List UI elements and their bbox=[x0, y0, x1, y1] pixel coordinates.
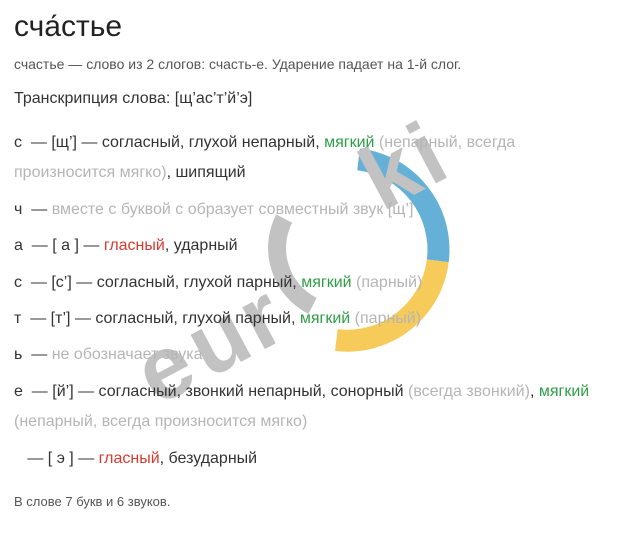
row-text-part: (парный) bbox=[352, 274, 423, 291]
phonetic-rows: с — [щ’] — согласный, глухой непарный, м… bbox=[14, 128, 619, 474]
row-text-part: мягкий bbox=[324, 134, 374, 151]
phonetic-row: ь — не обозначает звука bbox=[14, 340, 619, 370]
row-sound: [щ’] bbox=[51, 134, 77, 151]
summary-line: В слове 7 букв и 6 звуков. bbox=[14, 494, 619, 509]
phonetic-row: т — [т’] — согласный, глухой парный, мяг… bbox=[14, 304, 619, 334]
dash-separator: — bbox=[31, 201, 51, 218]
word-title: сча́стье bbox=[14, 10, 619, 44]
dash-separator: — bbox=[31, 274, 51, 291]
row-text-part: — согласный, глухой непарный, bbox=[77, 134, 324, 151]
row-text-part: мягкий bbox=[539, 383, 589, 400]
row-sound: [ а ] bbox=[52, 237, 79, 254]
row-text-part: — bbox=[79, 237, 104, 254]
row-text-part: , ударный bbox=[165, 237, 238, 254]
transcription-line: Транскрипция слова: [щ’ас’т’й’э] bbox=[14, 90, 619, 108]
row-text-part: , bbox=[530, 383, 539, 400]
row-text-part: , шипящий bbox=[167, 164, 246, 181]
row-letter: с bbox=[14, 274, 22, 291]
dash-separator: — bbox=[31, 346, 51, 363]
row-text-part: гласный bbox=[104, 237, 165, 254]
row-sound: [с’] bbox=[51, 274, 71, 291]
phonetic-row: а — [ а ] — гласный, ударный bbox=[14, 231, 619, 261]
dash-separator: — bbox=[27, 450, 47, 467]
dash-separator: — bbox=[30, 310, 50, 327]
row-sound: [т’] bbox=[51, 310, 71, 327]
dash-separator: — bbox=[31, 134, 51, 151]
transcription-label: Транскрипция слова: bbox=[14, 90, 175, 107]
phonetic-row: с — [щ’] — согласный, глухой непарный, м… bbox=[14, 128, 619, 189]
row-text-part: (парный) bbox=[350, 310, 421, 327]
transcription-value: [щ’ас’т’й’э] bbox=[175, 90, 253, 107]
row-text-part: гласный bbox=[99, 450, 160, 467]
row-text-part: (непарный, всегда произносится мягко) bbox=[14, 413, 307, 430]
dash-separator: — bbox=[32, 237, 52, 254]
row-text-part: — согласный, звонкий непарный, сонорный bbox=[74, 383, 408, 400]
row-text-part: — согласный, глухой парный, bbox=[70, 310, 299, 327]
row-text-part: (всегда звонкий) bbox=[408, 383, 530, 400]
row-text-part: мягкий bbox=[300, 310, 350, 327]
row-text-part: — bbox=[74, 450, 99, 467]
syllable-info: счастье — слово из 2 слогов: счасть-е. У… bbox=[14, 56, 619, 72]
row-text-part: не обозначает звука bbox=[52, 346, 203, 363]
row-sound: [й’] bbox=[52, 383, 73, 400]
phonetic-row: — [ э ] — гласный, безударный bbox=[14, 444, 619, 474]
row-letter: а bbox=[14, 237, 23, 254]
dash-separator: — bbox=[32, 383, 52, 400]
document-page: сча́стье счастье — слово из 2 слогов: сч… bbox=[0, 0, 633, 523]
row-text-part: вместе с буквой с образует совместный зв… bbox=[52, 201, 414, 218]
phonetic-row: с — [с’] — согласный, глухой парный, мяг… bbox=[14, 268, 619, 298]
phonetic-row: е — [й’] — согласный, звонкий непарный, … bbox=[14, 377, 619, 438]
row-sound: [ э ] bbox=[48, 450, 74, 467]
row-text-part: , безударный bbox=[160, 450, 257, 467]
row-text-part: мягкий bbox=[301, 274, 351, 291]
row-letter: с bbox=[14, 134, 22, 151]
phonetic-row: ч — вместе с буквой с образует совместны… bbox=[14, 195, 619, 225]
row-letter: е bbox=[14, 383, 23, 400]
row-text-part: — согласный, глухой парный, bbox=[72, 274, 301, 291]
